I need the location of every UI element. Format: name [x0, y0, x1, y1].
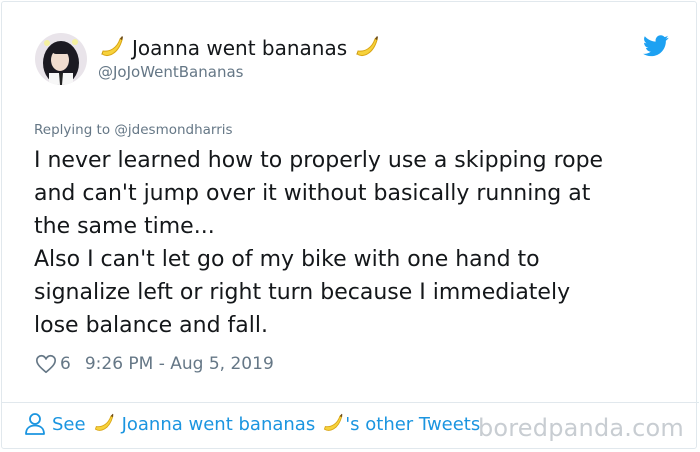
banana-icon	[353, 34, 381, 62]
tweet-line: Also I can't let go of my bike with one …	[34, 247, 540, 272]
heart-icon[interactable]	[35, 353, 57, 375]
divider	[1, 402, 699, 403]
tweet-text: I never learned how to properly use a sk…	[34, 144, 674, 342]
see-label: See	[52, 413, 86, 435]
tweet-line: the same time...	[34, 214, 215, 239]
display-name[interactable]: Joanna went bananas	[132, 36, 347, 60]
footer-name: Joanna went bananas	[121, 413, 316, 435]
tweet-meta: 6 9:26 PM - Aug 5, 2019	[35, 353, 274, 375]
banana-icon	[92, 412, 116, 436]
footer-suffix: 's other Tweets	[345, 413, 481, 435]
like-count[interactable]: 6	[60, 354, 71, 374]
display-name-row[interactable]: Joanna went bananas	[98, 34, 381, 62]
tweet-line: and can't jump over it without basically…	[34, 181, 591, 206]
replying-to: Replying to @jdesmondharris	[34, 122, 233, 138]
user-handle[interactable]: @JoJoWentBananas	[98, 63, 243, 81]
person-icon	[24, 412, 46, 436]
see-other-tweets-link[interactable]: See Joanna went bananas 's other Tweets	[24, 412, 480, 436]
tweet-line: I never learned how to properly use a sk…	[34, 148, 604, 173]
watermark: boredpanda.com	[477, 414, 684, 442]
tweet-line: signalize left or right turn because I i…	[34, 280, 571, 305]
twitter-logo-icon[interactable]	[643, 35, 669, 57]
banana-icon	[98, 34, 126, 62]
tweet-card: Joanna went bananas @JoJoWentBananas Rep…	[1, 1, 697, 449]
tweet-line: lose balance and fall.	[34, 313, 268, 338]
replying-to-handle[interactable]: @jdesmondharris	[114, 122, 232, 138]
banana-icon	[321, 412, 345, 436]
replying-to-prefix: Replying to	[34, 122, 115, 138]
timestamp[interactable]: 9:26 PM - Aug 5, 2019	[85, 354, 274, 374]
avatar[interactable]	[35, 33, 87, 85]
